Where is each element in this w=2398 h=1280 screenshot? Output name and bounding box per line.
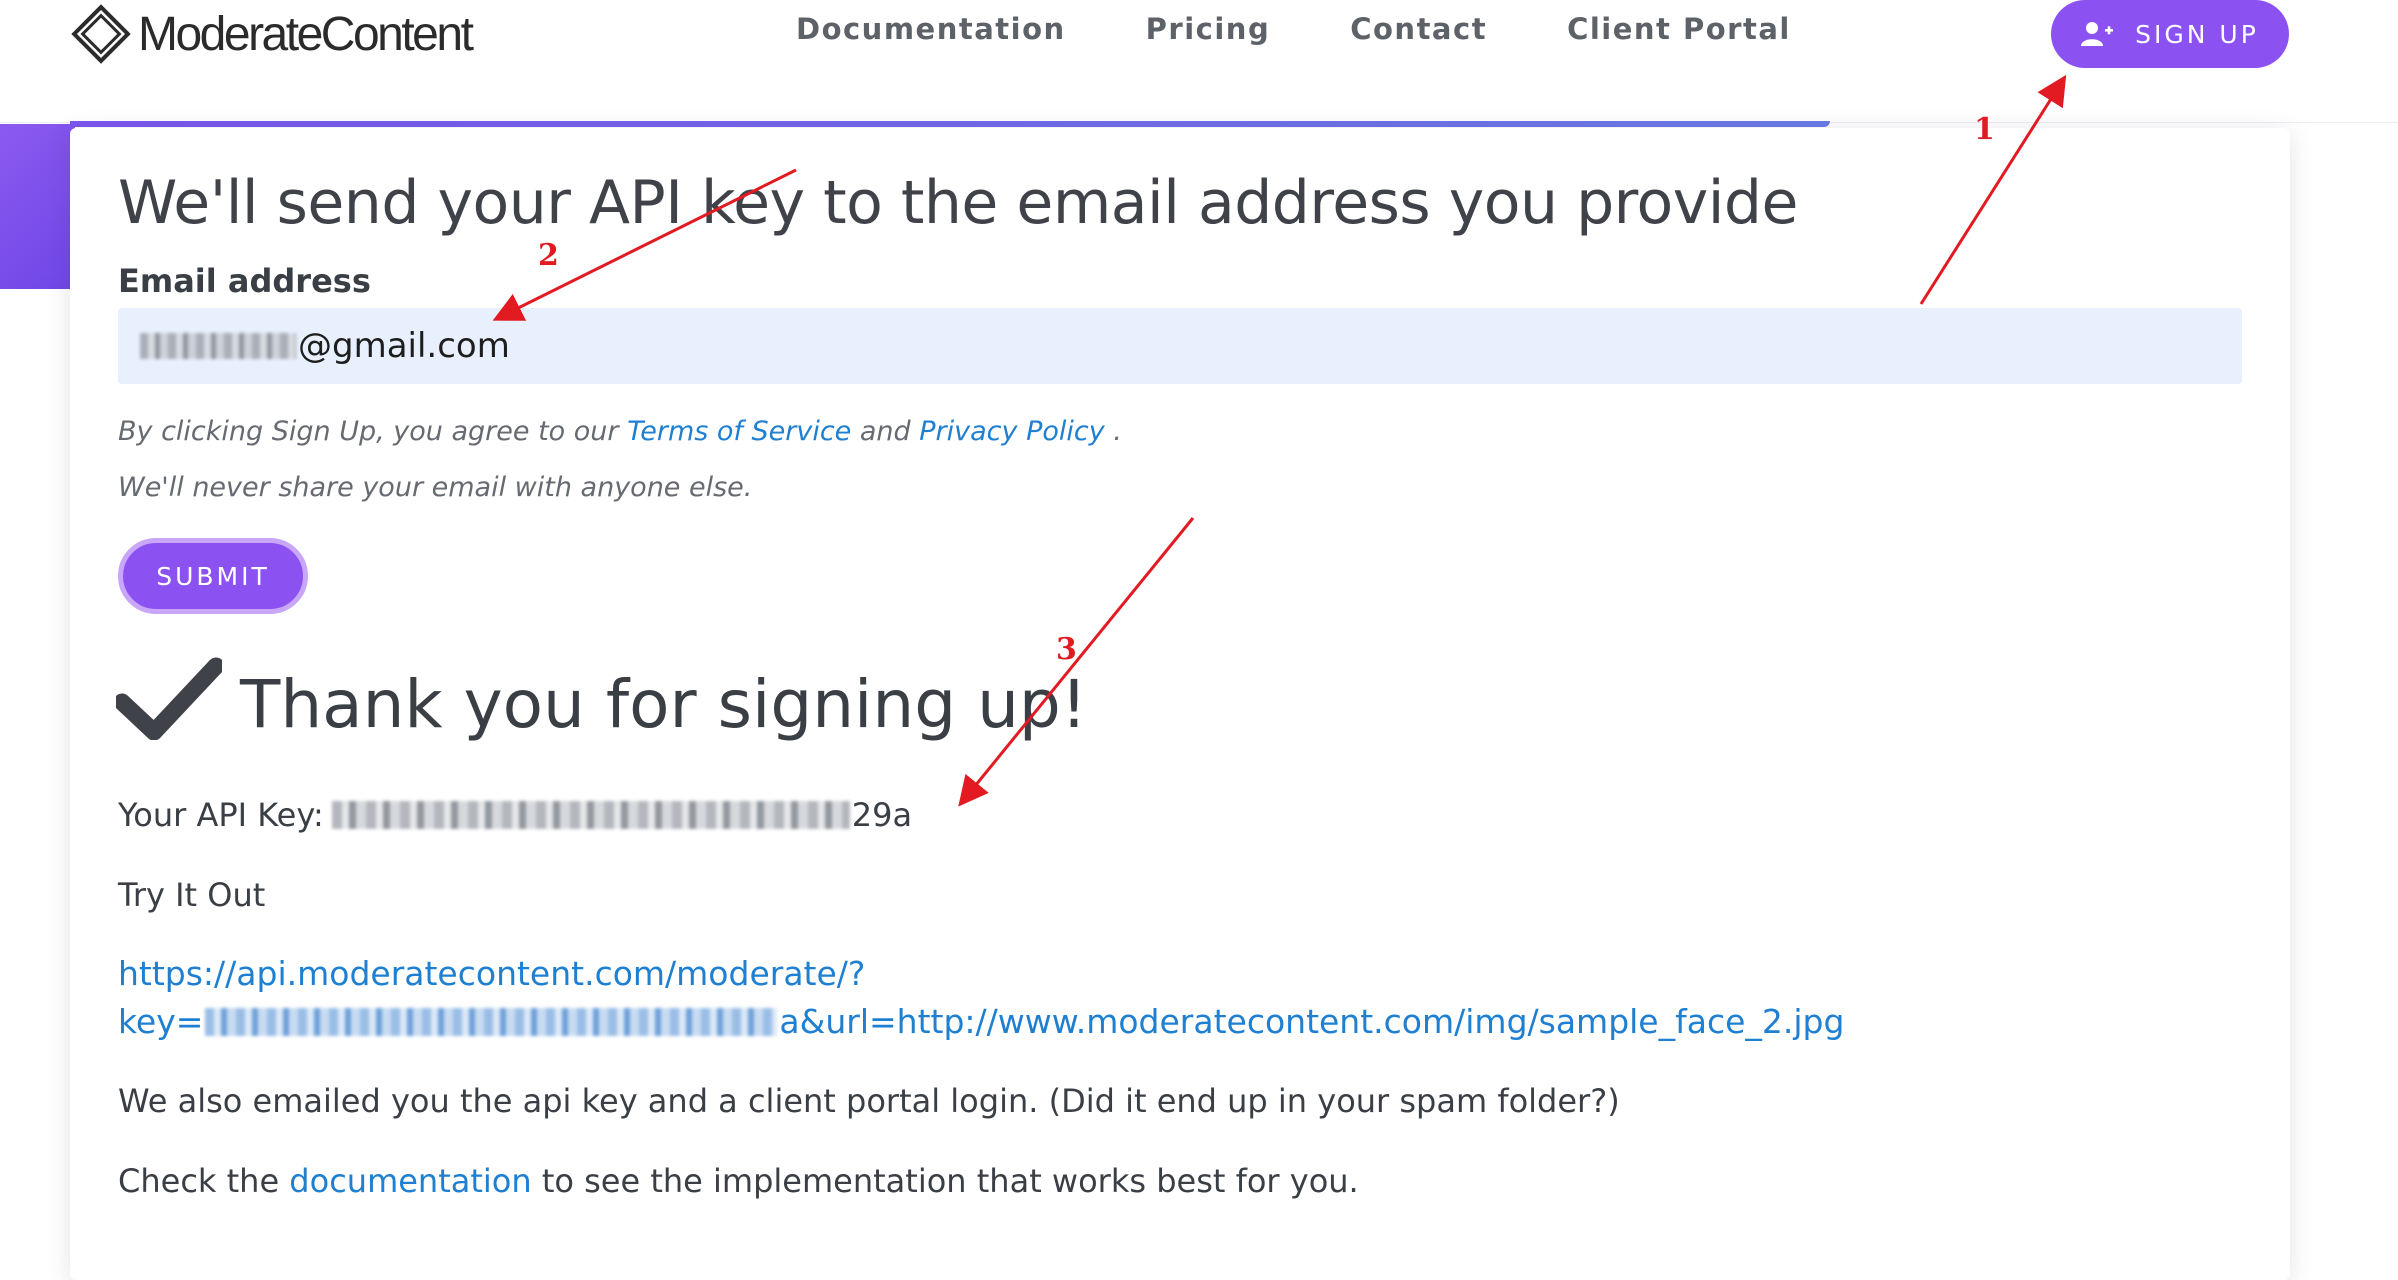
api-key-suffix: 29a (851, 796, 913, 834)
nav-client-portal[interactable]: Client Portal (1567, 12, 1791, 46)
decorative-band (0, 124, 75, 289)
example-url-line-2[interactable]: key= a&url=http://www.moderatecontent.co… (118, 1002, 1844, 1041)
user-plus-icon (2081, 22, 2114, 46)
redacted-api-key (331, 801, 850, 829)
api-key-line: Your API Key: 29a (118, 796, 912, 834)
redacted-url-key (205, 1007, 778, 1036)
thank-you-heading: Thank you for signing up! (240, 666, 1088, 743)
terms-of-service-link[interactable]: Terms of Service (627, 416, 851, 447)
top-navbar: ModerateContent Documentation Pricing Co… (0, 0, 2398, 123)
nav-documentation[interactable]: Documentation (796, 12, 1066, 46)
email-label: Email address (118, 262, 371, 300)
emailed-notice: We also emailed you the api key and a cl… (118, 1082, 1620, 1120)
email-value: @gmail.com (298, 326, 510, 366)
redacted-email-user (140, 333, 296, 359)
logo[interactable]: ModerateContent (68, 0, 474, 68)
example-url-line-1[interactable]: https://api.moderatecontent.com/moderate… (118, 954, 865, 993)
page-title: We'll send your API key to the email add… (118, 168, 1798, 238)
privacy-policy-link[interactable]: Privacy Policy (919, 416, 1104, 447)
documentation-link[interactable]: documentation (289, 1162, 531, 1200)
nav-contact[interactable]: Contact (1350, 12, 1487, 46)
try-it-out-text: Try It Out (118, 876, 266, 914)
submit-button[interactable]: SUBMIT (118, 538, 308, 614)
privacy-note: We'll never share your email with anyone… (118, 472, 753, 503)
documentation-note: Check the documentation to see the imple… (118, 1162, 1359, 1200)
diamond-logo-icon (71, 4, 131, 64)
email-field[interactable]: @gmail.com (118, 308, 2242, 384)
annotation-number-3: 3 (1056, 632, 1077, 667)
main-nav: Documentation Pricing Contact Client Por… (796, 12, 1871, 46)
logo-text: ModerateContent (138, 7, 474, 61)
nav-pricing[interactable]: Pricing (1146, 12, 1271, 46)
annotation-number-2: 2 (538, 238, 559, 273)
terms-text: By clicking Sign Up, you agree to our Te… (118, 416, 1122, 447)
decorative-band-top (70, 121, 1830, 127)
signup-card: We'll send your API key to the email add… (70, 128, 2290, 1280)
sign-up-button[interactable]: SIGN UP (2051, 0, 2289, 68)
api-key-label: Your API Key: (118, 796, 324, 834)
checkmark-icon (116, 657, 222, 740)
annotation-number-1: 1 (1974, 112, 1995, 147)
sign-up-label: SIGN UP (2135, 19, 2259, 49)
